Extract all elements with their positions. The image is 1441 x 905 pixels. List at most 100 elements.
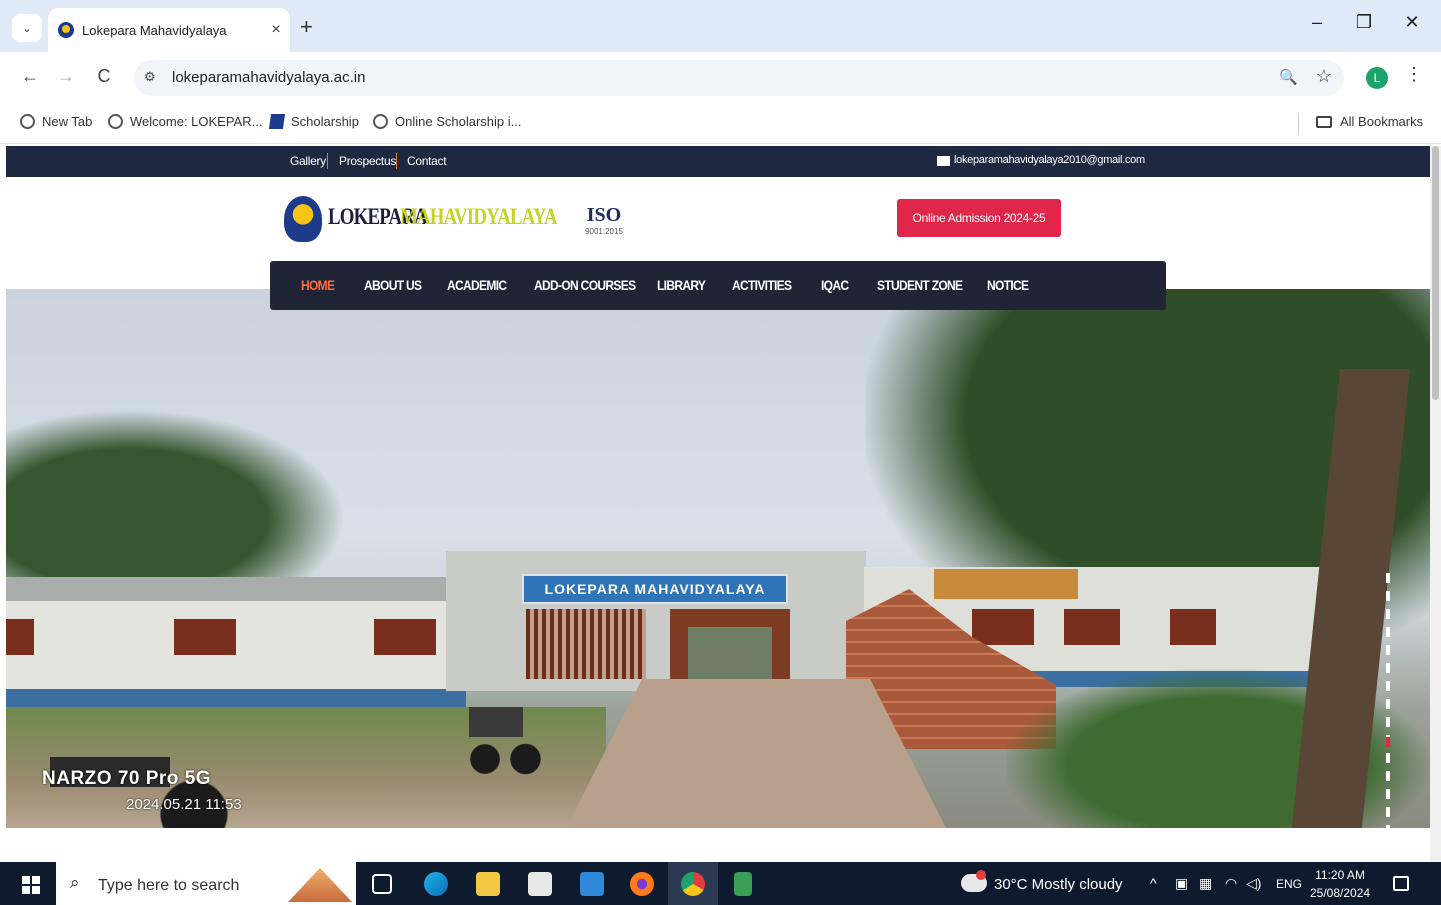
- profile-avatar[interactable]: L: [1366, 67, 1388, 89]
- building-window: [1170, 609, 1216, 645]
- gate-grill: [526, 609, 646, 679]
- college-emblem-icon[interactable]: [284, 196, 322, 242]
- back-button[interactable]: ←: [18, 66, 42, 87]
- calculator-icon[interactable]: [734, 872, 752, 896]
- forward-button[interactable]: →: [54, 66, 78, 87]
- browser-menu-icon[interactable]: ⋮: [1405, 64, 1423, 85]
- minimize-button[interactable]: –: [1302, 12, 1332, 33]
- tray-security-icon[interactable]: ▦: [1199, 875, 1212, 892]
- maximize-button[interactable]: ❐: [1349, 12, 1379, 33]
- zoom-icon[interactable]: 🔍: [1279, 68, 1298, 86]
- bookmark-new-tab[interactable]: New Tab: [20, 114, 92, 129]
- bookmarks-divider: [1298, 113, 1299, 135]
- bookmark-label: Welcome: LOKEPAR...: [130, 114, 263, 129]
- new-tab-button[interactable]: +: [300, 14, 313, 40]
- file-explorer-icon[interactable]: [476, 872, 500, 896]
- language-indicator[interactable]: ENG: [1276, 877, 1302, 891]
- search-highlight-image: [288, 868, 352, 902]
- motorcycle: [458, 679, 548, 779]
- scholarship-icon: [268, 114, 286, 129]
- weather-text[interactable]: 30°C Mostly cloudy: [994, 876, 1123, 893]
- nav-notice[interactable]: NOTICE: [987, 277, 1029, 293]
- task-view-icon[interactable]: [372, 874, 392, 894]
- tab-title: Lokepara Mahavidyalaya: [82, 22, 227, 38]
- bookmark-scholarship[interactable]: Scholarship: [268, 114, 359, 129]
- nav-add-on-courses[interactable]: ADD-ON COURSES: [534, 277, 636, 293]
- edge-icon[interactable]: [424, 872, 448, 896]
- mail-icon: [937, 156, 950, 166]
- online-admission-button[interactable]: Online Admission 2024-25: [897, 199, 1061, 237]
- store-icon[interactable]: [528, 872, 552, 896]
- bookmark-welcome[interactable]: Welcome: LOKEPAR...: [108, 114, 262, 129]
- nav-academic[interactable]: ACADEMIC: [447, 277, 507, 293]
- iso-title: ISO: [586, 204, 622, 226]
- gate-door: [670, 609, 790, 679]
- browser-toolbar: ← → C ⚙ lokeparamahavidyalaya.ac.in 🔍 ☆: [0, 52, 1441, 104]
- taskbar-search[interactable]: ⌕ Type here to search: [56, 862, 356, 905]
- bengali-sign-board: [934, 569, 1078, 599]
- building-window: [374, 619, 436, 655]
- url-text[interactable]: lokeparamahavidyalaya.ac.in: [172, 69, 365, 86]
- building-window: [6, 619, 34, 655]
- windows-start-icon[interactable]: [22, 876, 40, 894]
- volume-icon[interactable]: ◁): [1246, 875, 1261, 892]
- topbar-email[interactable]: lokeparamahavidyalaya2010@gmail.com: [954, 154, 1145, 166]
- slider-active-dot[interactable]: [1386, 737, 1390, 747]
- mail-app-icon[interactable]: [580, 872, 604, 896]
- folder-icon: [1316, 115, 1332, 128]
- nav-activities[interactable]: ACTIVITIES: [732, 277, 792, 293]
- tab-list-button[interactable]: ⌄: [12, 14, 42, 42]
- nav-iqac[interactable]: IQAC: [821, 277, 849, 293]
- notification-center-icon[interactable]: [1393, 876, 1409, 891]
- close-window-button[interactable]: ✕: [1397, 12, 1427, 33]
- building-window: [174, 619, 236, 655]
- bookmark-star-icon[interactable]: ☆: [1316, 66, 1332, 87]
- chevron-up-icon[interactable]: ^: [1150, 875, 1157, 891]
- tab-close-button[interactable]: ×: [262, 21, 290, 39]
- browser-tab[interactable]: Lokepara Mahavidyalaya ×: [48, 8, 290, 52]
- clock-time: 11:20 AM: [1315, 868, 1365, 882]
- system-clock[interactable]: 11:20 AM 25/08/2024: [1310, 866, 1370, 902]
- gate-sign-board: LOKEPARA MAHAVIDYALAYA: [522, 574, 788, 604]
- building-window: [1064, 609, 1120, 645]
- firefox-icon[interactable]: [630, 872, 654, 896]
- web-page: Gallery Prospectus Contact lokeparamahav…: [6, 146, 1430, 828]
- globe-icon: [20, 114, 35, 129]
- browser-tab-strip: ⌄ Lokepara Mahavidyalaya × + – ❐ ✕: [0, 0, 1441, 52]
- wifi-icon[interactable]: ◠: [1225, 875, 1237, 892]
- reload-button[interactable]: C: [92, 66, 116, 87]
- scrollbar-thumb[interactable]: [1432, 146, 1439, 400]
- gatehouse: [446, 551, 866, 691]
- all-bookmarks-label: All Bookmarks: [1340, 114, 1424, 129]
- bookmarks-bar: New Tab Welcome: LOKEPAR... Scholarship …: [0, 104, 1441, 144]
- topbar-link-gallery[interactable]: Gallery: [290, 154, 326, 168]
- building-window: [972, 609, 1034, 645]
- taskbar-search-placeholder: Type here to search: [98, 877, 240, 894]
- nav-home[interactable]: HOME: [301, 277, 335, 293]
- tray-app-icon[interactable]: ▣: [1175, 875, 1188, 892]
- chrome-icon[interactable]: [681, 872, 705, 896]
- site-info-icon[interactable]: ⚙: [144, 69, 156, 85]
- photo-watermark-timestamp: 2024.05.21 11:53: [126, 796, 242, 813]
- topbar-link-prospectus[interactable]: Prospectus: [339, 154, 396, 168]
- weather-alert-icon: [976, 870, 986, 880]
- nav-library[interactable]: LIBRARY: [657, 277, 706, 293]
- topbar-divider: [396, 153, 397, 169]
- page-scrollbar[interactable]: [1430, 146, 1441, 862]
- bookmark-label: Scholarship: [291, 114, 359, 129]
- slider-pagination[interactable]: [1386, 573, 1390, 828]
- building-left: [6, 577, 466, 707]
- windows-taskbar: ⌕ Type here to search 30°C Mostly cloudy…: [0, 862, 1441, 905]
- hero-slider-image[interactable]: LOKEPARA MAHAVIDYALAYA NARZO 70 Pro 5G 2…: [6, 289, 1430, 828]
- bookmark-label: New Tab: [42, 114, 93, 129]
- all-bookmarks-button[interactable]: All Bookmarks: [1316, 114, 1423, 129]
- nav-about-us[interactable]: ABOUT US: [364, 277, 422, 293]
- topbar-link-contact[interactable]: Contact: [407, 154, 447, 168]
- nav-student-zone[interactable]: STUDENT ZONE: [877, 277, 963, 293]
- address-bar[interactable]: ⚙ lokeparamahavidyalaya.ac.in 🔍 ☆: [134, 60, 1344, 96]
- building-roof: [6, 577, 466, 601]
- iso-badge: ISO 9001:2015: [580, 198, 628, 244]
- bookmark-online-scholarship[interactable]: Online Scholarship i...: [373, 114, 521, 129]
- main-navigation: HOME ABOUT US ACADEMIC ADD-ON COURSES LI…: [270, 261, 1166, 310]
- logo-text-mahavidyalaya[interactable]: MAHAVIDYALAYA: [400, 204, 558, 230]
